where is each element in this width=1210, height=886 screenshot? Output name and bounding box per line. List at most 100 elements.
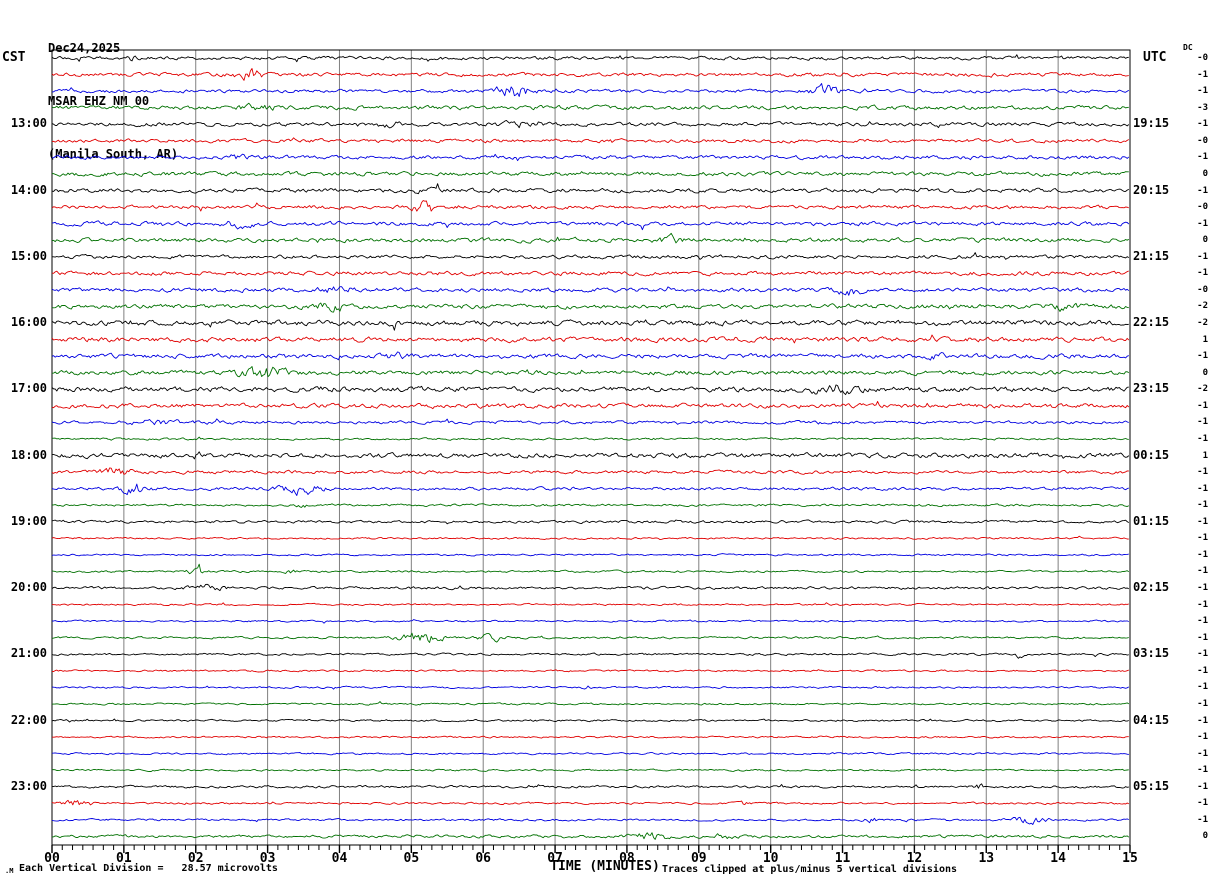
dc-offset-value: -1 <box>1197 119 1208 130</box>
seismic-trace-1900 <box>51 519 1130 525</box>
seismic-trace-1700 <box>51 384 1129 396</box>
webicorder-page: Dec24,2025 MSAR EHZ NM 00 (Manila South,… <box>0 0 1210 886</box>
dc-offset-value: -1 <box>1197 682 1208 693</box>
utc-hour-label: 03:15 <box>1133 646 1170 661</box>
dc-offset-value: -1 <box>1197 583 1208 593</box>
x-tick-label: 15 <box>1122 851 1138 866</box>
seismic-trace-2045 <box>51 632 1129 643</box>
cst-hour-label: 21:00 <box>10 646 47 661</box>
cst-hour-label: 23:00 <box>10 778 47 793</box>
cst-hour-label: 18:00 <box>10 447 47 462</box>
utc-hour-label: 22:15 <box>1133 315 1170 329</box>
seismic-trace-2245 <box>51 768 1129 772</box>
x-tick-label: 05 <box>403 851 420 866</box>
seismic-trace-1600 <box>51 319 1129 331</box>
seismic-trace-2000 <box>51 583 1130 592</box>
utc-hour-label: 23:15 <box>1133 381 1170 396</box>
dc-offset-value: 0 <box>1202 168 1208 179</box>
seismic-trace-1930 <box>51 553 1129 557</box>
dc-offset-value: 1 <box>1202 450 1208 461</box>
seismic-trace-1415 <box>51 200 1129 212</box>
dc-offset-value: -1 <box>1197 632 1208 643</box>
corner-glyph: .M <box>5 867 14 875</box>
dc-offset-value: -1 <box>1197 798 1208 809</box>
seismic-trace-2200 <box>51 718 1129 723</box>
seismic-trace-1645 <box>51 366 1130 378</box>
dc-offset-value: -1 <box>1197 549 1208 560</box>
dc-offset-value: -1 <box>1197 251 1208 262</box>
utc-hour-label: 05:15 <box>1133 778 1170 793</box>
x-tick-label: 04 <box>331 851 348 866</box>
seismic-trace-1200 <box>51 54 1129 63</box>
dc-offset-value: -1 <box>1197 185 1208 196</box>
dc-offset-value: -1 <box>1197 417 1208 428</box>
x-tick-label: 06 <box>475 851 492 866</box>
seismic-trace-1545 <box>51 302 1129 313</box>
seismic-trace-2315 <box>51 799 1130 806</box>
utc-hour-label: 21:15 <box>1133 248 1170 263</box>
dc-offset-value: -1 <box>1197 467 1208 478</box>
vertical-scale-note: Each Vertical Division = 28.57 microvolt… <box>19 863 278 874</box>
helicorder-plot-svg <box>51 49 1131 853</box>
dc-offset-value: -1 <box>1197 665 1208 676</box>
seismic-trace-2230 <box>51 751 1129 756</box>
utc-hour-label: 20:15 <box>1133 182 1170 197</box>
seismic-trace-2100 <box>51 652 1129 659</box>
plot-border <box>51 49 1131 846</box>
dc-offset-value: -1 <box>1197 152 1208 163</box>
cst-hour-label: 17:00 <box>10 381 47 396</box>
utc-hour-label: 19:15 <box>1133 116 1170 131</box>
seismic-trace-2300 <box>51 783 1129 789</box>
seismic-trace-2015 <box>51 602 1129 607</box>
seismic-trace-1730 <box>51 418 1129 426</box>
seismic-trace-1230 <box>51 83 1130 97</box>
cst-hour-label: 20:00 <box>10 580 47 594</box>
dc-offset-value: -0 <box>1197 53 1208 63</box>
cst-hour-label: 13:00 <box>10 116 47 131</box>
dc-offset-value: -1 <box>1197 649 1208 660</box>
seismic-trace-1830 <box>51 483 1129 496</box>
seismic-trace-1615 <box>51 334 1130 344</box>
clip-note: Traces clipped at plus/minus 5 vertical … <box>662 864 958 875</box>
seismic-trace-2345 <box>51 832 1130 840</box>
x-tick-label: 14 <box>1050 851 1066 866</box>
dc-offset-value: -1 <box>1197 400 1208 411</box>
dc-offset-value: -3 <box>1197 102 1208 113</box>
dc-offset-value: -1 <box>1197 715 1208 726</box>
seismic-trace-1815 <box>51 467 1129 475</box>
seismic-trace-2115 <box>51 669 1129 673</box>
dc-offset-value: 0 <box>1202 831 1208 842</box>
seismic-trace-1345 <box>51 170 1129 177</box>
seismic-trace-2330 <box>51 816 1129 825</box>
dc-offset-value: -0 <box>1197 284 1208 295</box>
dc-offset-value: -0 <box>1197 202 1208 213</box>
seismic-trace-2130 <box>51 685 1130 690</box>
seismic-trace-2145 <box>51 701 1130 706</box>
cst-hour-label: 14:00 <box>10 182 47 197</box>
utc-hour-label: 04:15 <box>1133 712 1170 727</box>
seismic-trace-1945 <box>51 563 1130 575</box>
dc-offset-value: -1 <box>1197 616 1208 627</box>
dc-offset-value: -1 <box>1197 533 1208 544</box>
seismic-trace-1430 <box>51 220 1130 231</box>
dc-offset-value: 0 <box>1202 367 1208 378</box>
dc-offset-value: 0 <box>1202 235 1208 246</box>
seismic-trace-1245 <box>51 102 1129 111</box>
dc-offset-value: -1 <box>1197 732 1208 743</box>
seismic-trace-1845 <box>51 503 1130 508</box>
dc-offset-value: -1 <box>1197 483 1208 494</box>
x-tick-label: 13 <box>978 851 995 866</box>
dc-offset-value: -1 <box>1197 351 1208 362</box>
dc-offset-value: -1 <box>1197 765 1208 776</box>
seismic-trace-1330 <box>51 153 1130 162</box>
dc-offset-value: -1 <box>1197 433 1208 444</box>
dc-offset-value: -0 <box>1197 135 1208 146</box>
seismic-trace-2215 <box>51 735 1129 739</box>
dc-offset-value: -1 <box>1197 268 1208 279</box>
seismic-trace-1400 <box>51 183 1130 195</box>
dc-offset-value: -1 <box>1197 698 1208 709</box>
utc-hour-label: 01:15 <box>1133 513 1170 528</box>
dc-offset-value: -1 <box>1197 748 1208 759</box>
seismic-trace-1500 <box>52 252 1130 260</box>
dc-offset-value: -2 <box>1197 384 1208 395</box>
